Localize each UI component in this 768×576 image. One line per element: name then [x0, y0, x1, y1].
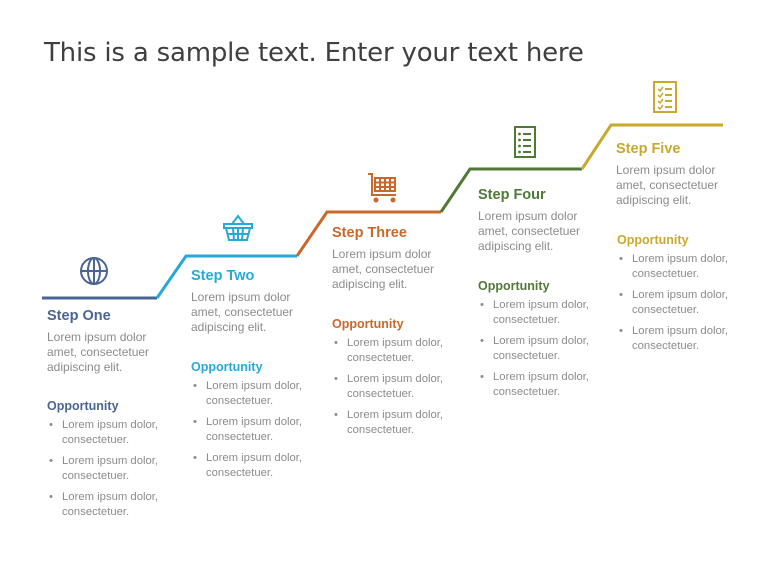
basket-icon	[223, 214, 253, 241]
bullet-icon: •	[480, 371, 484, 383]
list-item: • Lorem ipsum dolor, consectetuer.	[47, 418, 182, 447]
checklist-icon	[653, 81, 677, 113]
opportunity-list: • Lorem ipsum dolor, consectetuer. • Lorem…	[191, 379, 326, 480]
list-item-text: Lorem ipsum dolor, consectetuer.	[493, 299, 590, 326]
list-document-icon	[514, 126, 536, 158]
step-one: Step One Lorem ipsum dolor amet, consect…	[47, 308, 177, 375]
list-item-text: Lorem ipsum dolor, consectetuer.	[206, 380, 303, 407]
step-two-opportunity: Opportunity • Lorem ipsum dolor, consecte…	[191, 360, 326, 487]
bullet-icon: •	[193, 380, 197, 392]
step-two: Step Two Lorem ipsum dolor amet, consect…	[191, 268, 321, 335]
list-item-text: Lorem ipsum dolor, consectetuer.	[632, 289, 729, 316]
step-four: Step Four Lorem ipsum dolor amet, consec…	[478, 187, 608, 254]
list-item: • Lorem ipsum dolor, consectetuer.	[332, 408, 467, 437]
list-item: • Lorem ipsum dolor, consectetuer.	[47, 490, 182, 519]
list-item-text: Lorem ipsum dolor, consectetuer.	[206, 416, 303, 443]
opportunity-list: • Lorem ipsum dolor, consectetuer. • Lorem…	[332, 336, 467, 437]
opportunity-title: Opportunity	[617, 233, 689, 247]
step-five: Step Five Lorem ipsum dolor amet, consec…	[616, 141, 746, 208]
step-three: Step Three Lorem ipsum dolor amet, conse…	[332, 225, 462, 292]
bullet-icon: •	[49, 419, 53, 431]
bullet-icon: •	[480, 299, 484, 311]
opportunity-list: • Lorem ipsum dolor, consectetuer. • Lorem…	[617, 252, 752, 353]
list-item-text: Lorem ipsum dolor, consectetuer.	[632, 325, 729, 352]
opportunity-title: Opportunity	[478, 279, 550, 293]
bullet-icon: •	[619, 289, 623, 301]
bullet-icon: •	[619, 253, 623, 265]
opportunity-list: • Lorem ipsum dolor, consectetuer. • Lorem…	[47, 418, 182, 519]
list-item-text: Lorem ipsum dolor, consectetuer.	[347, 409, 444, 436]
opportunity-title: Opportunity	[332, 317, 404, 331]
list-item-text: Lorem ipsum dolor, consectetuer.	[493, 371, 590, 398]
step-title: Step Four	[478, 187, 546, 203]
slide: This is a sample text. Enter your text h…	[0, 0, 768, 576]
shopping-cart-icon	[368, 173, 396, 203]
step-four-opportunity: Opportunity • Lorem ipsum dolor, consecte…	[478, 279, 613, 406]
list-item-text: Lorem ipsum dolor, consectetuer.	[62, 419, 159, 446]
bullet-icon: •	[49, 491, 53, 503]
step-title: Step Two	[191, 268, 255, 284]
step-three-opportunity: Opportunity • Lorem ipsum dolor, consecte…	[332, 317, 467, 444]
list-item-text: Lorem ipsum dolor, consectetuer.	[493, 335, 590, 362]
bullet-icon: •	[193, 452, 197, 464]
list-item: • Lorem ipsum dolor, consectetuer.	[478, 298, 613, 327]
list-item: • Lorem ipsum dolor, consectetuer.	[332, 372, 467, 401]
step-five-opportunity: Opportunity • Lorem ipsum dolor, consecte…	[617, 233, 752, 360]
opportunity-title: Opportunity	[191, 360, 263, 374]
list-item-text: Lorem ipsum dolor, consectetuer.	[206, 452, 303, 479]
step-description: Lorem ipsum dolor amet, consectetuer adi…	[332, 247, 435, 291]
list-item: • Lorem ipsum dolor, consectetuer.	[617, 288, 752, 317]
list-item: • Lorem ipsum dolor, consectetuer.	[191, 379, 326, 408]
list-item: • Lorem ipsum dolor, consectetuer.	[478, 370, 613, 399]
bullet-icon: •	[193, 416, 197, 428]
list-item-text: Lorem ipsum dolor, consectetuer.	[632, 253, 729, 280]
list-item: • Lorem ipsum dolor, consectetuer.	[478, 334, 613, 363]
bullet-icon: •	[49, 455, 53, 467]
list-item: • Lorem ipsum dolor, consectetuer.	[191, 415, 326, 444]
globe-icon	[80, 257, 108, 285]
step-title: Step Five	[616, 141, 681, 157]
step-description: Lorem ipsum dolor amet, consectetuer adi…	[47, 330, 150, 374]
step-title: Step One	[47, 308, 111, 324]
bullet-icon: •	[334, 337, 338, 349]
step-title: Step Three	[332, 225, 407, 241]
bullet-icon: •	[334, 373, 338, 385]
list-item: • Lorem ipsum dolor, consectetuer.	[617, 252, 752, 281]
bullet-icon: •	[619, 325, 623, 337]
list-item: • Lorem ipsum dolor, consectetuer.	[617, 324, 752, 353]
step-description: Lorem ipsum dolor amet, consectetuer adi…	[478, 209, 581, 253]
list-item-text: Lorem ipsum dolor, consectetuer.	[62, 491, 159, 518]
list-item: • Lorem ipsum dolor, consectetuer.	[47, 454, 182, 483]
list-item: • Lorem ipsum dolor, consectetuer.	[332, 336, 467, 365]
list-item: • Lorem ipsum dolor, consectetuer.	[191, 451, 326, 480]
bullet-icon: •	[334, 409, 338, 421]
list-item-text: Lorem ipsum dolor, consectetuer.	[347, 337, 444, 364]
step-description: Lorem ipsum dolor amet, consectetuer adi…	[191, 290, 294, 334]
step-one-opportunity: Opportunity • Lorem ipsum dolor, consecte…	[47, 399, 182, 526]
opportunity-title: Opportunity	[47, 399, 119, 413]
step-description: Lorem ipsum dolor amet, consectetuer adi…	[616, 163, 719, 207]
list-item-text: Lorem ipsum dolor, consectetuer.	[347, 373, 444, 400]
bullet-icon: •	[480, 335, 484, 347]
list-item-text: Lorem ipsum dolor, consectetuer.	[62, 455, 159, 482]
opportunity-list: • Lorem ipsum dolor, consectetuer. • Lorem…	[478, 298, 613, 399]
